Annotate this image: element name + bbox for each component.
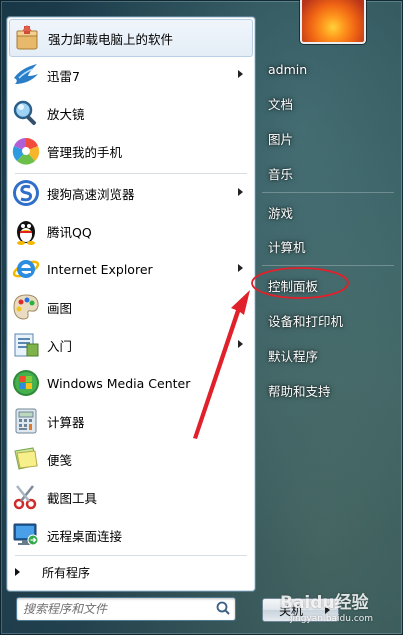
xunlei-bird-icon (14, 64, 38, 84)
right-item-control-panel[interactable]: 控制面板 (258, 270, 394, 300)
program-label: 计算器 (47, 414, 85, 430)
start-menu-screen: 强力卸载电脑上的软件 迅雷7 放大镜 管理我的手机 搜狗高速浏览器 腾讯QQ I… (0, 0, 403, 635)
program-label: 便笺 (47, 452, 73, 468)
watermark-sub: jingyan.baidu.com (290, 614, 374, 624)
right-item-default-programs[interactable]: 默认程序 (258, 340, 394, 370)
right-separator (262, 192, 394, 193)
right-item-user[interactable]: admin (258, 54, 394, 84)
program-item-sticky-notes[interactable]: 便笺 (9, 441, 253, 477)
windows-media-center-icon (13, 370, 39, 396)
program-label: 截图工具 (47, 490, 98, 506)
program-item-calculator[interactable]: 计算器 (9, 403, 253, 439)
program-label: 远程桌面连接 (47, 528, 123, 544)
program-item-getting-started[interactable]: 入门 (9, 327, 253, 363)
right-item-music[interactable]: 音乐 (258, 158, 394, 188)
program-label: 管理我的手机 (47, 144, 123, 160)
right-item-devices-printers[interactable]: 设备和打印机 (258, 305, 394, 335)
programs-panel: 强力卸载电脑上的软件 迅雷7 放大镜 管理我的手机 搜狗高速浏览器 腾讯QQ I… (6, 16, 256, 592)
program-label: 强力卸载电脑上的软件 (48, 31, 174, 47)
search-icon[interactable] (215, 600, 231, 616)
magnifier-icon (13, 100, 37, 126)
program-label: 入门 (47, 338, 73, 354)
program-item-remote-desktop[interactable]: 远程桌面连接 (9, 517, 253, 553)
snipping-tool-icon (13, 485, 37, 510)
submenu-arrow-icon[interactable] (238, 302, 243, 310)
program-label: Windows Media Center (47, 375, 191, 391)
right-item-games[interactable]: 游戏 (258, 197, 394, 227)
search-input[interactable] (17, 598, 215, 620)
program-item-qq[interactable]: 腾讯QQ (9, 213, 253, 249)
calculator-icon (15, 408, 37, 434)
watermark-main: Baidu经验 (280, 593, 369, 613)
program-item-snipping-tool[interactable]: 截图工具 (9, 479, 253, 515)
program-label: Internet Explorer (47, 261, 153, 277)
right-arrow-icon (15, 568, 20, 576)
program-label: 腾讯QQ (47, 224, 92, 240)
sogou-browser-icon (13, 180, 39, 206)
program-item-uninstaller[interactable]: 强力卸载电脑上的软件 (9, 19, 253, 57)
all-programs-label: 所有程序 (42, 565, 91, 580)
program-item-phone-manager[interactable]: 管理我的手机 (9, 133, 253, 169)
program-label: 画图 (47, 300, 73, 316)
program-label: 搜狗高速浏览器 (47, 186, 135, 202)
submenu-arrow-icon[interactable] (238, 264, 243, 272)
right-item-help-support[interactable]: 帮助和支持 (258, 375, 394, 405)
separator (15, 555, 247, 556)
separator (15, 173, 247, 174)
submenu-arrow-icon[interactable] (238, 70, 243, 78)
sticky-notes-icon (14, 447, 38, 470)
program-item-internet-explorer[interactable]: Internet Explorer (9, 251, 253, 287)
user-picture-avatar[interactable] (300, 0, 366, 44)
program-item-paint[interactable]: 画图 (9, 289, 253, 325)
baidu-watermark: Baidu经验 jingyan.baidu.com (280, 588, 400, 634)
submenu-arrow-icon[interactable] (238, 188, 243, 196)
getting-started-icon (14, 333, 39, 357)
search-box[interactable] (16, 597, 236, 621)
all-programs-button[interactable]: 所有程序 (9, 560, 253, 584)
uninstall-box-icon (16, 25, 38, 50)
program-item-xunlei[interactable]: 迅雷7 (9, 57, 253, 93)
internet-explorer-icon (12, 260, 40, 278)
remote-desktop-icon (13, 523, 39, 546)
right-item-documents[interactable]: 文档 (258, 88, 394, 118)
program-item-windows-media-center[interactable]: Windows Media Center (9, 365, 253, 401)
right-separator (262, 265, 394, 266)
program-item-magnifier[interactable]: 放大镜 (9, 95, 253, 131)
qq-penguin-icon (17, 221, 35, 245)
program-label: 放大镜 (47, 106, 85, 122)
phone-manager-icon (12, 138, 40, 165)
submenu-arrow-icon[interactable] (238, 340, 243, 348)
program-label: 迅雷7 (47, 68, 80, 84)
program-item-sogou-browser[interactable]: 搜狗高速浏览器 (9, 175, 253, 211)
paint-palette-icon (13, 294, 39, 320)
right-item-pictures[interactable]: 图片 (258, 123, 394, 153)
right-item-computer[interactable]: 计算机 (258, 231, 394, 261)
